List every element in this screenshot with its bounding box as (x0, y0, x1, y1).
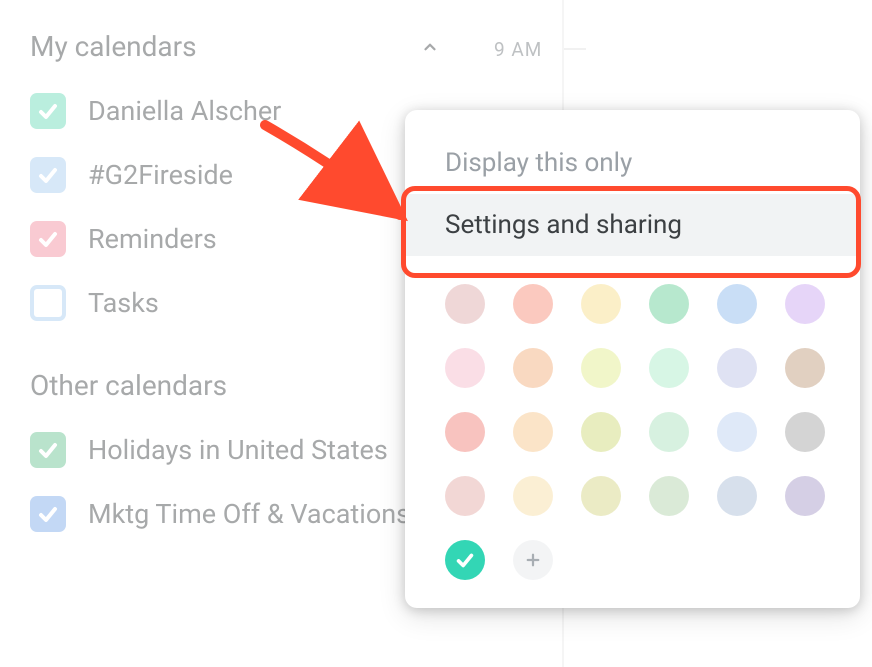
other-calendars-title: Other calendars (30, 369, 227, 402)
calendar-context-menu: Display this only Settings and sharing (405, 110, 860, 608)
other-calendar-item[interactable]: Holidays in United States (30, 432, 450, 468)
color-swatch[interactable] (581, 476, 621, 516)
calendar-label: Holidays in United States (88, 434, 388, 466)
color-swatch[interactable] (513, 412, 553, 452)
my-calendars-list: Daniella Alscher #G2Fireside Reminders Task… (30, 93, 450, 321)
my-calendar-item[interactable]: Reminders (30, 221, 450, 257)
calendar-checkbox[interactable] (30, 157, 66, 193)
color-swatch[interactable] (717, 476, 757, 516)
color-swatch[interactable] (717, 284, 757, 324)
other-calendar-item[interactable]: Mktg Time Off & Vacations (30, 496, 450, 532)
my-calendars-title: My calendars (30, 30, 197, 63)
color-swatch[interactable] (785, 476, 825, 516)
color-swatch[interactable] (445, 348, 485, 388)
my-calendar-item[interactable]: #G2Fireside (30, 157, 450, 193)
calendar-label: Daniella Alscher (88, 95, 281, 127)
color-swatch[interactable] (513, 348, 553, 388)
calendar-checkbox[interactable] (30, 93, 66, 129)
menu-item-display-only[interactable]: Display this only (405, 132, 860, 194)
color-swatch[interactable] (581, 412, 621, 452)
calendar-checkbox[interactable] (30, 496, 66, 532)
color-swatch[interactable] (717, 412, 757, 452)
chevron-up-icon[interactable] (420, 37, 440, 57)
other-calendars-list: Holidays in United States Mktg Time Off &… (30, 432, 450, 532)
color-swatch[interactable] (785, 412, 825, 452)
color-swatch[interactable] (445, 284, 485, 324)
my-calendars-header[interactable]: My calendars (30, 30, 450, 63)
color-swatch[interactable] (513, 284, 553, 324)
time-gridline (564, 48, 586, 50)
other-calendars-header[interactable]: Other calendars (30, 369, 450, 402)
color-swatch[interactable] (649, 348, 689, 388)
add-custom-color-button[interactable] (513, 540, 553, 580)
time-label-9am: 9 AM (494, 38, 542, 61)
my-calendar-item[interactable]: Tasks (30, 285, 450, 321)
color-swatch[interactable] (445, 412, 485, 452)
color-swatch[interactable] (649, 476, 689, 516)
color-swatch-grid (405, 256, 860, 580)
my-calendar-item[interactable]: Daniella Alscher (30, 93, 450, 129)
calendar-sidebar: My calendars Daniella Alscher #G2Fireside… (30, 30, 450, 580)
calendar-label: Tasks (88, 287, 159, 319)
color-swatch[interactable] (785, 284, 825, 324)
color-swatch[interactable] (581, 348, 621, 388)
color-swatch[interactable] (581, 284, 621, 324)
color-swatch[interactable] (717, 348, 757, 388)
calendar-label: #G2Fireside (88, 159, 233, 191)
color-swatch[interactable] (649, 284, 689, 324)
color-swatch[interactable] (445, 476, 485, 516)
color-swatch[interactable] (785, 348, 825, 388)
calendar-checkbox[interactable] (30, 285, 66, 321)
calendar-label: Reminders (88, 223, 217, 255)
calendar-checkbox[interactable] (30, 432, 66, 468)
calendar-label: Mktg Time Off & Vacations (88, 498, 410, 530)
menu-item-settings-sharing[interactable]: Settings and sharing (405, 194, 860, 256)
color-swatch[interactable] (649, 412, 689, 452)
calendar-checkbox[interactable] (30, 221, 66, 257)
color-swatch-selected[interactable] (445, 540, 485, 580)
color-swatch[interactable] (513, 476, 553, 516)
